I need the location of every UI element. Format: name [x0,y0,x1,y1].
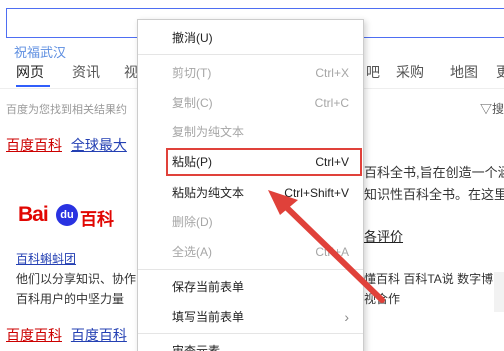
menu-item-fill-form[interactable]: 填写当前表单 › [172,306,349,328]
menu-item-label: 复制为纯文本 [172,125,245,139]
menu-item-shortcut: Ctrl+V [315,155,349,169]
menu-item-undo[interactable]: 撤消(U) [172,27,349,49]
context-menu: 撤消(U) 剪切(T) Ctrl+X 复制(C) Ctrl+C 复制为纯文本 粘… [137,19,364,351]
menu-separator [138,54,363,55]
menu-item-label: 剪切(T) [172,66,212,80]
result-snippet: 百科用户的中坚力量 [16,292,125,306]
tab-video[interactable]: 视 [124,62,138,82]
tab-tieba[interactable]: 吧 [366,62,380,82]
result-snippet: 他们以分享知识、协作 [16,272,137,286]
active-tab-indicator [16,85,50,87]
side-panel-edge [494,272,504,312]
logo-baike-text: 百科 [80,210,114,229]
menu-separator [138,269,363,270]
menu-item-delete[interactable]: 删除(D) [172,211,349,233]
menu-item-label: 撤消(U) [172,31,213,45]
menu-separator [138,333,363,334]
result-snippet: 百科全书,旨在创造一个涵 [364,165,504,180]
logo-bai-text: Bai [18,203,49,226]
menu-item-copy[interactable]: 复制(C) Ctrl+C [172,92,349,114]
result-count-text: 百度为您找到相关结果约 [6,104,127,116]
menu-item-save-form[interactable]: 保存当前表单 [172,276,349,298]
result-title-part1[interactable]: 百度百科 [6,137,62,153]
search-tools-button[interactable]: ▽搜 [480,100,504,117]
menu-item-copy-plain[interactable]: 复制为纯文本 [172,121,349,143]
result-title-part1[interactable]: 百度百科 [6,327,62,343]
menu-item-label: 复制(C) [172,96,213,110]
menu-item-shortcut: Ctrl+Shift+V [284,186,349,200]
result-title[interactable]: 百度百科 全球最大 [6,135,127,155]
result-title-part2[interactable]: 全球最大 [71,137,127,153]
paw-icon: du [56,204,78,226]
menu-item-label: 填写当前表单 [172,310,245,324]
tab-map[interactable]: 地图 [450,62,478,82]
menu-item-select-all[interactable]: 全选(A) Ctrl+A [172,241,349,263]
menu-item-label: 粘贴(P) [172,155,212,169]
menu-item-paste-plain[interactable]: 粘贴为纯文本 Ctrl+Shift+V [172,182,349,204]
result-snippet: 视合作 [364,292,401,306]
result-rating-link[interactable]: 各评价 [364,226,403,245]
result-title[interactable]: 百度百科 百度百科 [6,325,127,345]
menu-item-shortcut: Ctrl+C [314,96,349,110]
menu-item-label: 粘贴为纯文本 [172,186,245,200]
menu-item-shortcut: Ctrl+X [315,66,349,80]
menu-item-label: 全选(A) [172,245,212,259]
result-sub-link[interactable]: 百科蝌蚪团 [16,250,76,267]
chevron-right-icon: › [344,309,349,325]
tab-news[interactable]: 资讯 [72,62,100,82]
menu-item-label: 审查元素 [172,344,221,351]
menu-item-cut[interactable]: 剪切(T) Ctrl+X [172,62,349,84]
menu-item-inspect[interactable]: 审查元素 [172,340,349,351]
tab-web[interactable]: 网页 [16,62,44,82]
result-title-part2[interactable]: 百度百科 [71,327,127,343]
result-snippet: 知识性百科全书。在这里 [364,187,504,202]
menu-item-paste[interactable]: 粘贴(P) Ctrl+V [172,151,349,173]
menu-item-label: 删除(D) [172,215,213,229]
tab-more[interactable]: 更 [496,62,504,82]
search-suggestion[interactable]: 祝福武汉 [14,42,66,61]
menu-item-shortcut: Ctrl+A [315,245,349,259]
menu-item-label: 保存当前表单 [172,280,245,294]
tab-purchase[interactable]: 采购 [396,62,424,82]
result-snippet: 懂百科 百科TA说 数字博 [364,272,494,286]
